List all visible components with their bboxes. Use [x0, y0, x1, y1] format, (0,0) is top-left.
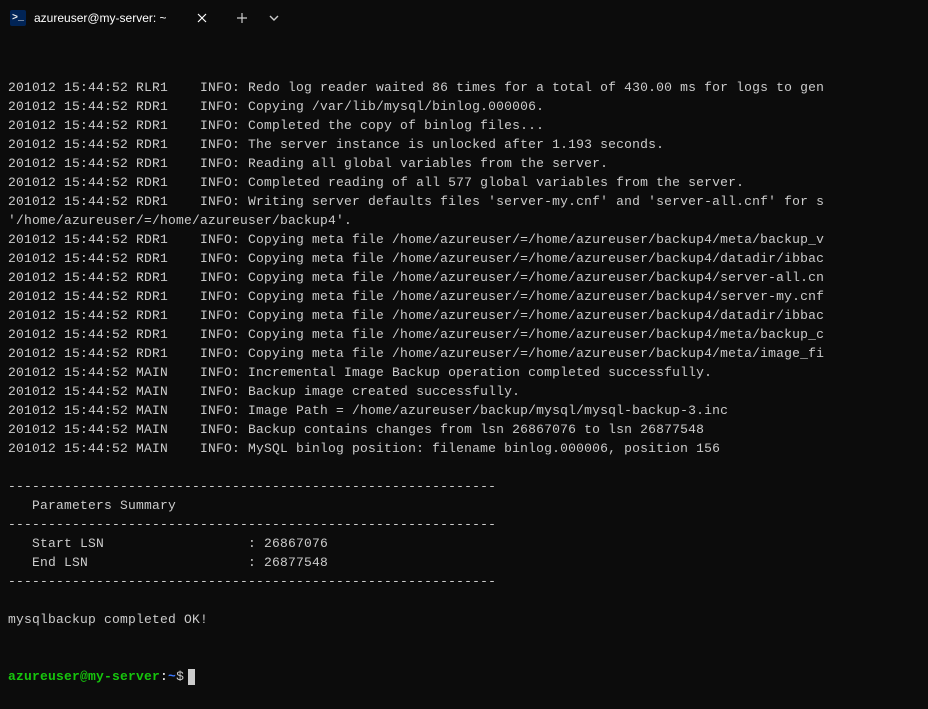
- log-line: 201012 15:44:52 RDR1 INFO: Reading all g…: [8, 154, 920, 173]
- new-tab-button[interactable]: [228, 4, 256, 32]
- log-line: [8, 591, 920, 610]
- log-line: 201012 15:44:52 RDR1 INFO: Copying meta …: [8, 268, 920, 287]
- log-line: 201012 15:44:52 RDR1 INFO: Copying meta …: [8, 306, 920, 325]
- prompt-line[interactable]: azureuser@my-server:~$: [8, 667, 920, 686]
- log-line: 201012 15:44:52 RDR1 INFO: Copying meta …: [8, 325, 920, 344]
- log-line: ----------------------------------------…: [8, 572, 920, 591]
- log-line: ----------------------------------------…: [8, 477, 920, 496]
- cursor: [188, 669, 195, 685]
- tab-dropdown-button[interactable]: [260, 4, 288, 32]
- window-titlebar: >_ azureuser@my-server: ~: [0, 0, 928, 36]
- log-line: 201012 15:44:52 RDR1 INFO: Writing serve…: [8, 192, 920, 211]
- log-line: 201012 15:44:52 RDR1 INFO: Copying /var/…: [8, 97, 920, 116]
- log-line: End LSN : 26877548: [8, 553, 920, 572]
- log-line: 201012 15:44:52 RDR1 INFO: Completed rea…: [8, 173, 920, 192]
- log-line: 201012 15:44:52 RDR1 INFO: Copying meta …: [8, 230, 920, 249]
- log-line: mysqlbackup completed OK!: [8, 610, 920, 629]
- log-line: 201012 15:44:52 MAIN INFO: Image Path = …: [8, 401, 920, 420]
- log-line: Start LSN : 26867076: [8, 534, 920, 553]
- log-line: 201012 15:44:52 RLR1 INFO: Redo log read…: [8, 78, 920, 97]
- log-line: ----------------------------------------…: [8, 515, 920, 534]
- prompt-dollar: $: [176, 667, 184, 686]
- prompt-colon: :: [160, 667, 168, 686]
- tab-controls: [220, 4, 296, 32]
- log-line: 201012 15:44:52 MAIN INFO: MySQL binlog …: [8, 439, 920, 458]
- powershell-icon: >_: [10, 10, 26, 26]
- log-line: 201012 15:44:52 MAIN INFO: Backup image …: [8, 382, 920, 401]
- log-line: 201012 15:44:52 RDR1 INFO: Copying meta …: [8, 287, 920, 306]
- close-tab-button[interactable]: [192, 8, 212, 28]
- log-line: Parameters Summary: [8, 496, 920, 515]
- prompt-path: ~: [168, 667, 176, 686]
- log-line: 201012 15:44:52 MAIN INFO: Incremental I…: [8, 363, 920, 382]
- log-line: 201012 15:44:52 MAIN INFO: Backup contai…: [8, 420, 920, 439]
- terminal-output[interactable]: 201012 15:44:52 RLR1 INFO: Redo log read…: [0, 36, 928, 709]
- tab-title: azureuser@my-server: ~: [34, 11, 184, 25]
- log-line: '/home/azureuser/=/home/azureuser/backup…: [8, 211, 920, 230]
- log-line: 201012 15:44:52 RDR1 INFO: Copying meta …: [8, 249, 920, 268]
- prompt-user-host: azureuser@my-server: [8, 667, 160, 686]
- log-line: 201012 15:44:52 RDR1 INFO: The server in…: [8, 135, 920, 154]
- log-line: [8, 458, 920, 477]
- log-line: 201012 15:44:52 RDR1 INFO: Completed the…: [8, 116, 920, 135]
- terminal-tab[interactable]: >_ azureuser@my-server: ~: [0, 0, 220, 36]
- log-line: 201012 15:44:52 RDR1 INFO: Copying meta …: [8, 344, 920, 363]
